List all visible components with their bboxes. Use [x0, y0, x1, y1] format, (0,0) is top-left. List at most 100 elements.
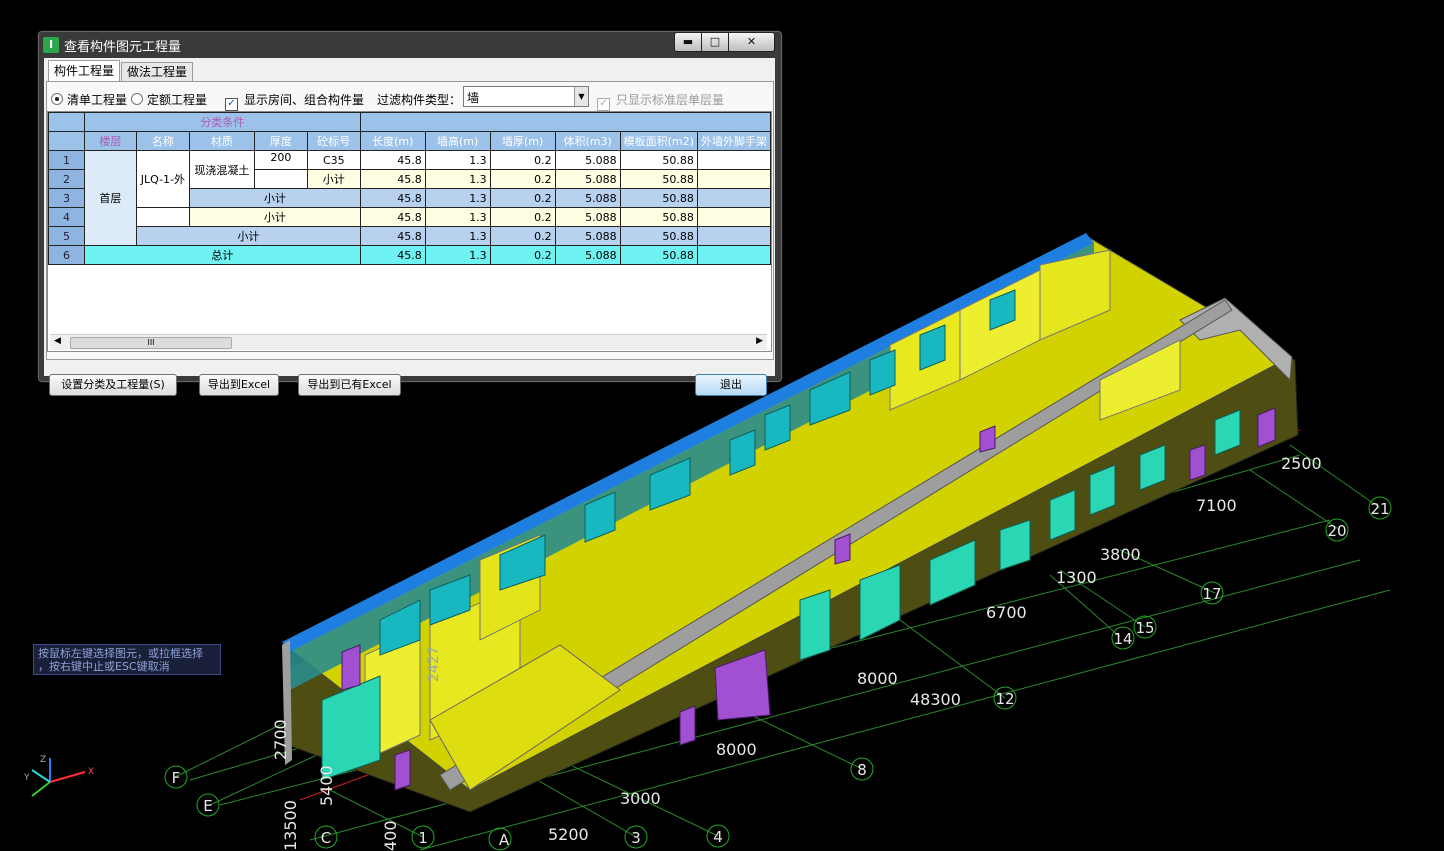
chevron-down-icon[interactable]: ▼: [574, 87, 588, 106]
quantity-table[interactable]: 分类条件 楼层 名称 材质 厚度 砼标号 长度(m) 墙高(m) 墙厚(m) 体…: [47, 111, 772, 352]
dim-label: 2427: [426, 646, 442, 682]
axis-circle: 17: [1200, 581, 1224, 605]
group-header: 分类条件: [83, 112, 361, 132]
column-header[interactable]: 楼层: [83, 131, 137, 151]
scroll-thumb[interactable]: III: [70, 337, 232, 349]
horizontal-scrollbar[interactable]: ◀ III ▶: [50, 334, 767, 350]
svg-text:8: 8: [857, 761, 867, 779]
scroll-left-icon[interactable]: ◀: [54, 336, 61, 346]
dim-label: 6700: [986, 603, 1027, 622]
column-header[interactable]: 墙厚(m): [489, 131, 556, 151]
scroll-right-icon[interactable]: ▶: [756, 336, 763, 346]
radio-icon[interactable]: [131, 93, 143, 105]
cell-value: 50.88: [619, 150, 698, 170]
cell-value: 0.2: [489, 188, 556, 208]
column-header[interactable]: 外墙外脚手架: [696, 131, 771, 151]
column-header[interactable]: 厚度: [253, 131, 308, 151]
cell-value: 45.8: [359, 188, 426, 208]
axis-circle: 3: [624, 825, 648, 849]
cell-value: 50.88: [619, 245, 698, 265]
column-header[interactable]: 材质: [188, 131, 255, 151]
radio-icon[interactable]: [51, 93, 63, 105]
quantity-dialog[interactable]: I 查看构件图元工程量 ▬ □ ✕ 构件工程量 做法工程量 清单工程量 定额工程…: [37, 30, 783, 396]
svg-text:Z: Z: [40, 755, 46, 765]
cell-subtotal: 小计: [188, 207, 361, 227]
cell-value: 45.8: [359, 245, 426, 265]
dim-label: 48300: [910, 690, 961, 709]
table-row[interactable]: 4 小计 45.8 1.3 0.2 5.088 50.88: [48, 207, 771, 227]
svg-text:3: 3: [631, 829, 641, 847]
tab-panel: 清单工程量 定额工程量 ✓ 显示房间、组合构件量 过滤构件类型： 墙 ▼ ✓ 只显示…: [46, 81, 774, 360]
cell-subtotal: 小计: [135, 226, 361, 246]
quantity-grid: 分类条件 楼层 名称 材质 厚度 砼标号 长度(m) 墙高(m) 墙厚(m) 体…: [48, 112, 771, 265]
cell-value: 5.088: [554, 188, 621, 208]
dialog-titlebar[interactable]: I 查看构件图元工程量 ▬ □ ✕: [38, 31, 782, 57]
column-header[interactable]: 墙高(m): [424, 131, 491, 151]
check-show-rooms[interactable]: ✓ 显示房间、组合构件量: [225, 91, 364, 111]
xyz-axis-gizmo: Z X Y: [23, 755, 94, 797]
cell-value: 0.2: [489, 169, 556, 189]
column-header[interactable]: 体积(m3): [554, 131, 621, 151]
cell-subtotal: 小计: [188, 188, 361, 208]
row-number[interactable]: 1: [48, 150, 85, 170]
axis-circle: 1: [411, 825, 435, 849]
cell-empty: [696, 169, 771, 189]
cell-value: 50.88: [619, 188, 698, 208]
cell-value: 0.2: [489, 207, 556, 227]
radio-quota-quantity[interactable]: 定额工程量: [131, 91, 207, 108]
row-number[interactable]: 4: [48, 207, 85, 227]
cell-value: 1.3: [424, 245, 491, 265]
settings-button[interactable]: 设置分类及工程量(S): [49, 374, 177, 396]
group-header-blank: [359, 112, 771, 132]
svg-text:C: C: [321, 829, 331, 847]
tab-component-quantity[interactable]: 构件工程量: [48, 60, 121, 83]
row-number[interactable]: 2: [48, 169, 85, 189]
radio-list-quantity[interactable]: 清单工程量: [51, 91, 127, 108]
row-number[interactable]: 5: [48, 226, 85, 246]
export-existing-excel-button[interactable]: 导出到已有Excel: [298, 374, 401, 396]
cell-empty: [696, 150, 771, 170]
svg-text:20: 20: [1327, 522, 1346, 540]
minimize-button[interactable]: ▬: [674, 32, 702, 52]
svg-text:1: 1: [418, 829, 428, 847]
dim-label: 8000: [716, 740, 757, 759]
column-header[interactable]: 砼标号: [306, 131, 361, 151]
exit-button[interactable]: 退出: [695, 374, 767, 396]
cell-name-cont: [135, 207, 190, 227]
cell-value: 50.88: [619, 169, 698, 189]
maximize-button[interactable]: □: [701, 32, 729, 52]
svg-text:14: 14: [1113, 630, 1132, 648]
close-button[interactable]: ✕: [728, 32, 775, 52]
cell-total: 总计: [83, 245, 361, 265]
column-header[interactable]: 模板面积(m2): [619, 131, 698, 151]
row-number[interactable]: 6: [48, 245, 85, 265]
cell-empty: [696, 245, 771, 265]
corner-cell: [48, 112, 85, 132]
column-header[interactable]: 名称: [135, 131, 190, 151]
axis-circle: A: [488, 827, 512, 851]
filter-label: 过滤构件类型：: [377, 93, 462, 107]
svg-text:E: E: [203, 797, 212, 815]
filter-type-select[interactable]: 墙 ▼: [463, 86, 589, 107]
cell-value: 45.8: [359, 226, 426, 246]
column-header[interactable]: 长度(m): [359, 131, 426, 151]
axis-circle: 4: [706, 824, 730, 848]
dim-label: 3000: [620, 789, 661, 808]
cell-value: 1.3: [424, 207, 491, 227]
checkbox-icon[interactable]: ✓: [225, 98, 238, 111]
cell-value: 5.088: [554, 226, 621, 246]
cell-value: 5.088: [554, 169, 621, 189]
export-excel-button[interactable]: 导出到Excel: [199, 374, 279, 396]
hint-line: 按鼠标左键选择图元，或拉框选择: [38, 647, 203, 660]
row-number[interactable]: 3: [48, 188, 85, 208]
cell-value: 5.088: [554, 245, 621, 265]
table-row[interactable]: 1 首层 JLQ-1-外 现浇混凝土 200 C35 45.8 1.3 0.2 …: [48, 150, 771, 246]
cell-empty: [696, 226, 771, 246]
dim-label: 5400: [317, 765, 336, 806]
axis-circle: E: [196, 793, 220, 817]
cell-material: 现浇混凝土: [188, 150, 255, 189]
table-row[interactable]: 5 小计 45.8 1.3 0.2 5.088 50.88: [48, 226, 771, 246]
table-row[interactable]: 6 总计 45.8 1.3 0.2 5.088 50.88: [48, 245, 771, 265]
tab-method-quantity[interactable]: 做法工程量: [121, 62, 194, 82]
cell-value: 1.3: [424, 169, 491, 189]
